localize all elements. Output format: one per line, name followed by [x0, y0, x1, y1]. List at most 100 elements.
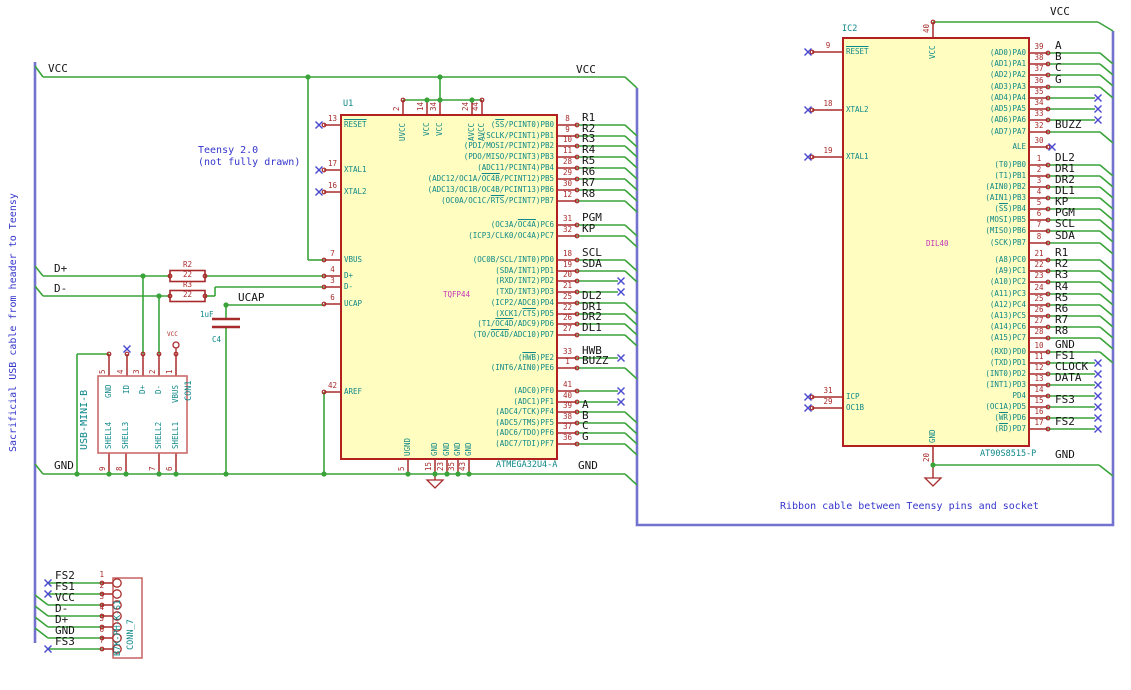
net-label[interactable]: G	[1055, 74, 1062, 86]
net-label[interactable]: R3	[1055, 269, 1068, 281]
note-teensy-line1: Teensy 2.0	[198, 145, 259, 156]
pin-number: 8	[1036, 232, 1042, 241]
net-label[interactable]: DATA	[1055, 372, 1082, 384]
net-label[interactable]: KP	[582, 223, 595, 235]
pin-name: VCC	[928, 45, 937, 59]
net-label[interactable]: BUZZ	[1055, 119, 1082, 131]
pin-name: (T0)PB0	[994, 160, 1026, 169]
net-label-vcc-top-left[interactable]: VCC	[48, 63, 68, 75]
net-label[interactable]: BUZZ	[582, 355, 609, 367]
pin-number: 16	[1034, 407, 1044, 416]
net-label[interactable]: DL1	[582, 322, 602, 334]
ic2-value[interactable]: AT90S8515-P	[980, 450, 1036, 459]
pin-number: 4	[330, 265, 335, 274]
pin-name: PD4	[1012, 391, 1026, 400]
pin-name: AVCC	[467, 123, 476, 142]
pin-name: ICP	[846, 392, 860, 401]
pin-name: UVCC	[398, 123, 407, 142]
u1-reference[interactable]: U1	[343, 100, 353, 109]
c4-value[interactable]: 1uF	[200, 311, 214, 319]
pin-name: (T1)PB1	[994, 171, 1026, 180]
pin-name: AVCC	[477, 123, 486, 142]
net-label[interactable]: FS3	[55, 636, 75, 648]
u1-value[interactable]: ATMEGA32U4-A	[496, 461, 557, 470]
net-label-ucap[interactable]: UCAP	[238, 292, 265, 304]
pin-number: 18	[823, 99, 833, 108]
pin-name: D+	[344, 271, 354, 280]
pin-name: VCC	[422, 122, 431, 137]
r2-value[interactable]: 22	[170, 271, 205, 279]
pin-name: (SS)PB4	[994, 204, 1026, 213]
pin-number: 43	[458, 461, 467, 471]
pin-number: 17	[1034, 418, 1044, 427]
pin-name: (TXD)PD1	[989, 358, 1026, 367]
vcc-power-symbol-label: VCC	[167, 331, 178, 338]
con1-value[interactable]: USB-MINI-B	[79, 390, 91, 450]
net-label[interactable]: SCL	[1055, 218, 1075, 230]
pin-number: 9	[825, 41, 831, 50]
pin-number: 7	[330, 249, 335, 258]
c4-reference[interactable]: C4	[212, 336, 221, 344]
pin-name: (ICP3/CLK0/OC4A)PC7	[468, 231, 554, 240]
con1-reference[interactable]: CON1	[184, 381, 194, 401]
pin-number: 14	[1034, 385, 1044, 394]
pin-number: 30	[562, 179, 573, 188]
net-label[interactable]: G	[582, 431, 589, 443]
pin-number: 39	[1034, 42, 1044, 51]
pin-number: 24	[461, 101, 470, 111]
net-label[interactable]: FS2	[1055, 416, 1075, 428]
net-label-d-minus[interactable]: D-	[54, 283, 67, 295]
pin-number: 1	[99, 570, 104, 579]
pin-number: 36	[562, 433, 573, 442]
net-label[interactable]: C	[1055, 62, 1062, 74]
net-label-gnd-ic2[interactable]: GND	[1055, 449, 1075, 461]
pin-number: 12	[1034, 363, 1044, 372]
pin-number: 29	[823, 397, 833, 406]
pin-name: XTAL1	[846, 152, 869, 161]
net-label-gnd-left[interactable]: GND	[54, 460, 74, 472]
pin-name: (INT1)PD3	[985, 380, 1026, 389]
pin-name: (INT0)PD2	[985, 369, 1026, 378]
net-label[interactable]: R8	[582, 188, 595, 200]
pin-number: 33	[1034, 109, 1044, 118]
pin-number: 7	[99, 636, 104, 645]
net-label-vcc-u1[interactable]: VCC	[576, 64, 596, 76]
net-label[interactable]: SDA	[1055, 230, 1075, 242]
net-label[interactable]: R8	[1055, 325, 1068, 337]
pin-number: 8	[115, 466, 124, 471]
pin-number: 7	[1036, 220, 1042, 229]
pin-number: 25	[1034, 294, 1044, 303]
pin-number: 1	[565, 357, 570, 366]
pin-name: (AD5)PA5	[989, 104, 1026, 113]
pin-name: (SCK)PB7	[989, 238, 1026, 247]
r3-value[interactable]: 22	[170, 291, 205, 299]
pin-number: 19	[823, 146, 833, 155]
pin-name: GND	[430, 442, 439, 456]
net-label-gnd-u1[interactable]: GND	[578, 460, 598, 472]
net-label-vcc-ic2[interactable]: VCC	[1050, 6, 1070, 18]
conn7-reference[interactable]: CONN_7	[126, 619, 136, 650]
r3-reference[interactable]: R3	[170, 281, 205, 289]
pin-name: (ADC5/TMS)PF5	[495, 418, 554, 427]
conn7-value[interactable]: B7K-PH-K-S1	[113, 600, 123, 656]
pin-name: (A10)PC2	[989, 277, 1026, 286]
pin-number: 4	[116, 369, 125, 374]
net-label-d-plus[interactable]: D+	[54, 263, 67, 275]
pin-name: (AD2)PA2	[989, 70, 1026, 79]
pin-number: 37	[1034, 64, 1044, 73]
pin-number: 19	[562, 260, 573, 269]
ic2-reference[interactable]: IC2	[842, 25, 857, 34]
pin-name: (ADC6/TDO)PF6	[495, 428, 554, 437]
pin-number: 36	[1034, 76, 1044, 85]
pin-name: (ADC4/TCK)PF4	[495, 407, 554, 416]
pin-number: 3	[1036, 176, 1042, 185]
pin-number: 23	[436, 461, 445, 471]
net-label[interactable]: SDA	[582, 258, 602, 270]
pin-number: 31	[823, 386, 833, 395]
pin-name: (AD3)PA3	[989, 82, 1026, 91]
r2-reference[interactable]: R2	[170, 261, 205, 269]
pin-name: (A15)PC7	[989, 333, 1026, 342]
net-label[interactable]: FS3	[1055, 394, 1075, 406]
pin-number: 23	[1034, 271, 1044, 280]
pin-number: 3	[99, 592, 104, 601]
